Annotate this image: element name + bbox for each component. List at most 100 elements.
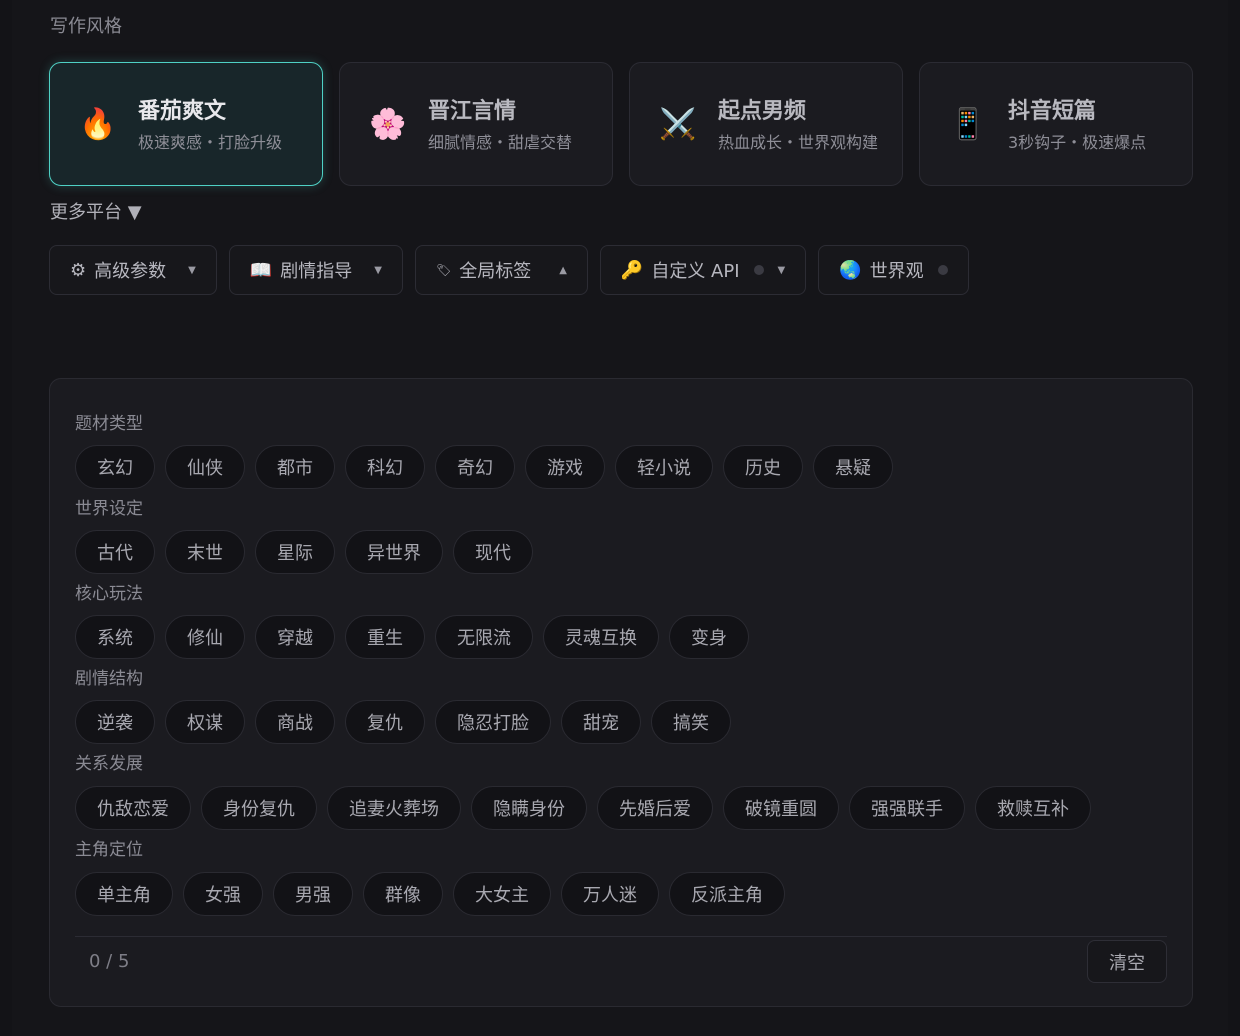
- cherry-blossom-icon: 🌸: [369, 106, 407, 142]
- crossed-swords-icon: ⚔️: [659, 106, 697, 142]
- tag-chip[interactable]: 穿越: [255, 615, 335, 659]
- tag-chip[interactable]: 重生: [345, 615, 425, 659]
- worldview-label: 世界观: [869, 261, 924, 282]
- tag-chip[interactable]: 异世界: [345, 530, 443, 574]
- plot-guide-button[interactable]: 📖 剧情指导 ▼: [228, 245, 403, 295]
- tag-row-plot: 逆袭 权谋 商战 复仇 隐忍打脸 甜宠 搞笑: [75, 700, 731, 744]
- tag-chip[interactable]: 星际: [255, 530, 335, 574]
- tag-chip[interactable]: 单主角: [75, 872, 173, 916]
- tag-chip[interactable]: 群像: [363, 872, 443, 916]
- tag-row-gameplay: 系统 修仙 穿越 重生 无限流 灵魂互换 变身: [75, 615, 749, 659]
- tag-chip[interactable]: 救赎互补: [975, 786, 1091, 830]
- tag-row-world: 古代 末世 星际 异世界 现代: [75, 530, 533, 574]
- group-label: 题材类型: [75, 414, 143, 434]
- status-dot: [753, 265, 764, 275]
- tag-row-genre: 玄幻 仙侠 都市 科幻 奇幻 游戏 轻小说 历史 悬疑: [75, 445, 893, 489]
- selected-count: 0 / 5: [89, 951, 130, 972]
- tag-chip[interactable]: 破镜重圆: [723, 786, 839, 830]
- advanced-params-label: 高级参数: [94, 261, 167, 282]
- tag-chip[interactable]: 隐瞒身份: [471, 786, 587, 830]
- style-desc: 极速爽感・打脸升级: [138, 133, 283, 152]
- tag-chip[interactable]: 修仙: [165, 615, 245, 659]
- style-card-douyin[interactable]: 📱 抖音短篇 3秒钩子・极速爆点: [919, 62, 1193, 186]
- tag-chip[interactable]: 女强: [183, 872, 263, 916]
- style-desc: 热血成长・世界观构建: [718, 133, 879, 152]
- worldview-button[interactable]: 🌏 世界观: [818, 245, 969, 295]
- fire-icon: 🔥: [79, 106, 117, 142]
- global-tags-button[interactable]: 🏷 全局标签 ▲: [414, 245, 588, 295]
- toolbar: ⚙ 高级参数 ▼ 📖 剧情指导 ▼ 🏷 全局标签 ▲ 🔑 自定义 API ▼ 🌏…: [49, 245, 969, 295]
- group-label: 主角定位: [75, 840, 143, 860]
- tag-chip[interactable]: 隐忍打脸: [435, 700, 551, 744]
- tag-chip[interactable]: 商战: [255, 700, 335, 744]
- globe-icon: 🌏: [839, 259, 862, 281]
- tag-chip[interactable]: 反派主角: [669, 872, 785, 916]
- tag-chip[interactable]: 玄幻: [75, 445, 155, 489]
- tag-chip[interactable]: 末世: [165, 530, 245, 574]
- tag-chip[interactable]: 轻小说: [615, 445, 713, 489]
- style-desc: 细腻情感・甜虐交替: [428, 133, 573, 152]
- clear-button[interactable]: 清空: [1087, 940, 1167, 983]
- tag-chip[interactable]: 科幻: [345, 445, 425, 489]
- tag-chip[interactable]: 强强联手: [849, 786, 965, 830]
- style-card-qidian[interactable]: ⚔️ 起点男频 热血成长・世界观构建: [629, 62, 903, 186]
- tag-chip[interactable]: 身份复仇: [201, 786, 317, 830]
- tag-icon: 🏷: [435, 263, 452, 277]
- tag-chip[interactable]: 无限流: [435, 615, 533, 659]
- book-icon: 📖: [249, 259, 273, 281]
- caret-down-icon: ▼: [777, 264, 786, 276]
- tag-chip[interactable]: 灵魂互换: [543, 615, 659, 659]
- advanced-params-button[interactable]: ⚙ 高级参数 ▼: [49, 245, 217, 295]
- group-label: 世界设定: [75, 499, 143, 519]
- tag-chip[interactable]: 都市: [255, 445, 335, 489]
- tag-chip[interactable]: 变身: [669, 615, 749, 659]
- caret-down-icon: ▼: [374, 264, 382, 276]
- style-cards: 🔥 番茄爽文 极速爽感・打脸升级 🌸 晋江言情 细腻情感・甜虐交替 ⚔️ 起点男…: [49, 62, 1193, 188]
- tag-chip[interactable]: 搞笑: [651, 700, 731, 744]
- tag-chip[interactable]: 奇幻: [435, 445, 515, 489]
- tag-chip[interactable]: 悬疑: [813, 445, 893, 489]
- tag-chip[interactable]: 复仇: [345, 700, 425, 744]
- gear-icon: ⚙: [70, 259, 87, 281]
- group-label: 核心玩法: [75, 584, 143, 604]
- tag-chip[interactable]: 大女主: [453, 872, 551, 916]
- style-name: 番茄爽文: [138, 99, 227, 124]
- style-name: 抖音短篇: [1008, 99, 1097, 124]
- style-name: 起点男频: [718, 99, 807, 124]
- tag-chip[interactable]: 万人迷: [561, 872, 659, 916]
- tag-panel: 题材类型 玄幻 仙侠 都市 科幻 奇幻 游戏 轻小说 历史 悬疑 世界设定 古代…: [49, 378, 1193, 1007]
- section-title: 写作风格: [50, 16, 122, 37]
- mobile-phone-icon: 📱: [949, 106, 987, 142]
- key-icon: 🔑: [620, 259, 644, 281]
- tag-chip[interactable]: 仇敌恋爱: [75, 786, 191, 830]
- group-label: 关系发展: [75, 754, 143, 774]
- global-tags-label: 全局标签: [459, 261, 532, 282]
- tag-chip[interactable]: 系统: [75, 615, 155, 659]
- custom-api-label: 自定义 API: [651, 261, 740, 282]
- status-dot: [937, 265, 948, 275]
- caret-down-icon: ▼: [188, 264, 196, 276]
- caret-up-icon: ▲: [559, 264, 567, 276]
- more-platforms-toggle[interactable]: 更多平台 ▼: [50, 198, 142, 224]
- tag-chip[interactable]: 游戏: [525, 445, 605, 489]
- tag-chip[interactable]: 先婚后爱: [597, 786, 713, 830]
- style-name: 晋江言情: [428, 99, 517, 124]
- tag-chip[interactable]: 现代: [453, 530, 533, 574]
- tag-chip[interactable]: 追妻火葬场: [327, 786, 461, 830]
- style-card-fanqie[interactable]: 🔥 番茄爽文 极速爽感・打脸升级: [49, 62, 323, 186]
- style-desc: 3秒钩子・极速爆点: [1008, 133, 1147, 152]
- plot-guide-label: 剧情指导: [280, 261, 353, 282]
- tag-chip[interactable]: 甜宠: [561, 700, 641, 744]
- tag-chip[interactable]: 逆袭: [75, 700, 155, 744]
- tag-chip[interactable]: 权谋: [165, 700, 245, 744]
- style-card-jinjiang[interactable]: 🌸 晋江言情 细腻情感・甜虐交替: [339, 62, 613, 186]
- tag-chip[interactable]: 仙侠: [165, 445, 245, 489]
- group-label: 剧情结构: [75, 669, 143, 689]
- tag-row-relationship: 仇敌恋爱 身份复仇 追妻火葬场 隐瞒身份 先婚后爱 破镜重圆 强强联手 救赎互补: [75, 786, 1091, 830]
- divider: [75, 936, 1167, 937]
- tag-chip[interactable]: 男强: [273, 872, 353, 916]
- custom-api-button[interactable]: 🔑 自定义 API ▼: [599, 245, 807, 295]
- tag-chip[interactable]: 古代: [75, 530, 155, 574]
- tag-row-protagonist: 单主角 女强 男强 群像 大女主 万人迷 反派主角: [75, 872, 785, 916]
- tag-chip[interactable]: 历史: [723, 445, 803, 489]
